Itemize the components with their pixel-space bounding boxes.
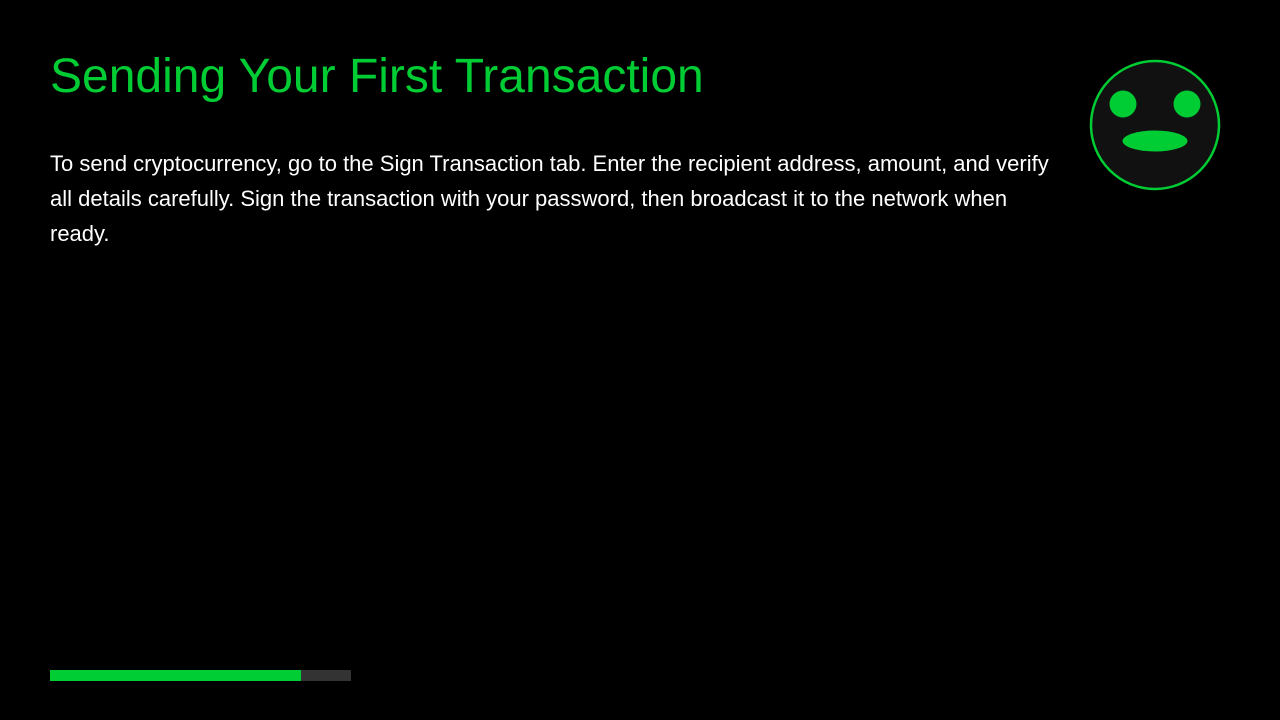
smiley-face-icon (1089, 59, 1221, 191)
smiley-face-svg (1089, 59, 1221, 191)
slide-body-text: To send cryptocurrency, go to the Sign T… (50, 151, 1049, 246)
right-eye (1173, 90, 1201, 118)
slide-title: Sending Your First Transaction (50, 50, 704, 103)
tutorial-slide: Sending Your First Transaction To send c… (0, 0, 1280, 720)
progress-bar-fill (50, 670, 301, 681)
left-eye (1109, 90, 1137, 118)
progress-bar (50, 670, 351, 681)
face-circle (1089, 59, 1221, 191)
mouth (1122, 130, 1188, 152)
